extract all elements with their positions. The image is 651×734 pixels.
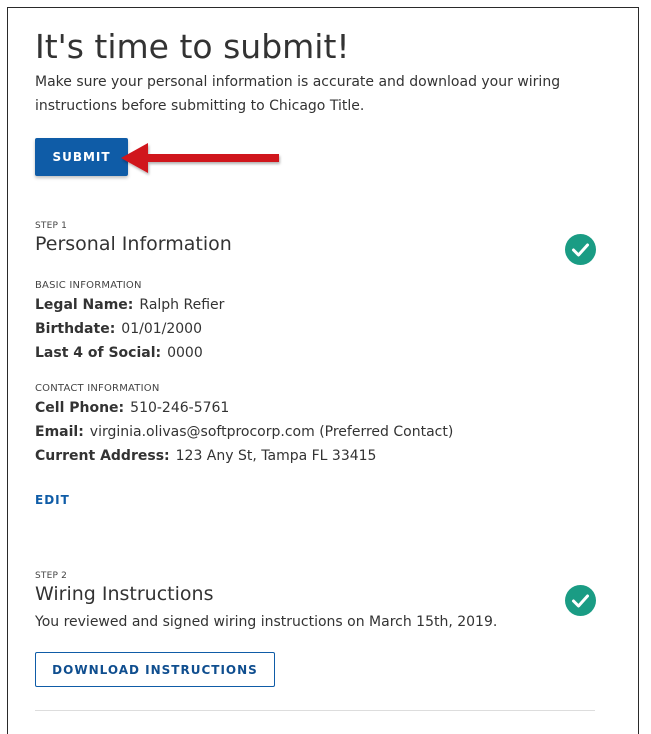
social-key: Last 4 of Social: [35, 345, 162, 361]
check-circle-icon [565, 585, 596, 616]
wiring-reviewed-text: You reviewed and signed wiring instructi… [35, 614, 498, 630]
address-row: Current Address: 123 Any St, Tampa FL 334… [35, 448, 376, 464]
address-key: Current Address: [35, 448, 170, 464]
step-1-title: Personal Information [35, 233, 232, 255]
edit-link[interactable]: EDIT [35, 493, 70, 507]
download-instructions-button[interactable]: DOWNLOAD INSTRUCTIONS [35, 652, 275, 687]
arrow-left-icon [121, 143, 279, 173]
intro-text: Make sure your personal information is a… [35, 74, 561, 114]
step-1-label: STEP 1 [35, 221, 68, 231]
email-value: virginia.olivas@softprocorp.com (Preferr… [89, 424, 454, 440]
legal-name-key: Legal Name: [35, 297, 134, 313]
birthdate-value: 01/01/2000 [121, 321, 202, 337]
divider [35, 710, 595, 711]
contact-info-label: CONTACT INFORMATION [35, 383, 160, 394]
email-row: Email: virginia.olivas@softprocorp.com (P… [35, 424, 453, 440]
basic-info-label: BASIC INFORMATION [35, 280, 142, 291]
social-row: Last 4 of Social: 0000 [35, 345, 203, 361]
cell-phone-value: 510-246-5761 [130, 400, 230, 416]
check-circle-icon [565, 234, 596, 265]
legal-name-value: Ralph Refier [139, 297, 225, 313]
step-2-label: STEP 2 [35, 571, 68, 581]
step-2-title: Wiring Instructions [35, 583, 214, 605]
social-value: 0000 [167, 345, 203, 361]
birthdate-key: Birthdate: [35, 321, 116, 337]
address-value: 123 Any St, Tampa FL 33415 [175, 448, 377, 464]
cell-phone-row: Cell Phone: 510-246-5761 [35, 400, 229, 416]
cell-phone-key: Cell Phone: [35, 400, 125, 416]
legal-name-row: Legal Name: Ralph Refier [35, 297, 224, 313]
submit-button[interactable]: SUBMIT [35, 138, 128, 176]
page-title: It's time to submit! [35, 27, 350, 66]
email-key: Email: [35, 424, 84, 440]
birthdate-row: Birthdate: 01/01/2000 [35, 321, 202, 337]
